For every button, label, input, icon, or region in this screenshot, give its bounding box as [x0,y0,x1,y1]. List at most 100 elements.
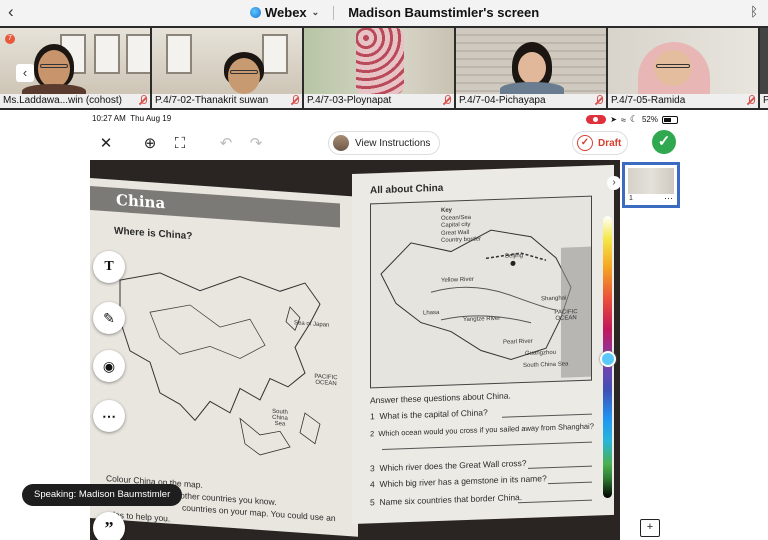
participant-tile[interactable]: P.4/7-05-Ramida [608,28,758,108]
workbook-left-page: China Where is China? Sea of Japan PACIF… [90,178,358,537]
webex-logo-icon [250,7,261,18]
participant-tile[interactable]: P.4/7-03-Ploynapat [304,28,454,108]
participant-strip: 7 ‹ Ms.Laddawa...win (cohost) P.4/7-02-T… [0,26,768,110]
view-instructions-button[interactable]: View Instructions [328,131,440,155]
screen-recording-icon [586,115,607,124]
page-thumbnails-panel: 1 ⋯ + [620,160,682,540]
webex-top-bar: ‹ Webex ⌄ Madison Baumstimler's screen ᛒ [0,0,768,26]
question-3: 3 Which river does the Great Wall cross? [370,457,527,474]
bluetooth-icon: ᛒ [750,4,758,19]
ipad-status-bar: 10:27 AM Thu Aug 19 ➤ ≈ ☾ 52% [90,112,680,126]
scroll-left-icon[interactable]: ‹ [16,64,34,82]
map-label: PACIFIC OCEAN [314,373,338,388]
pen-tool-icon[interactable]: ✎ [93,302,125,334]
map-label: PACIFIC OCEAN [554,309,578,322]
map-label: Pearl River [503,338,533,346]
map-label: Beijing [505,253,524,260]
map-key: Key Ocean/Sea Capital city Great Wall Co… [441,206,481,245]
page-number: 1 [629,195,633,202]
status-time: 10:27 AM Thu Aug 19 [92,114,172,123]
shared-screen-title: Madison Baumstimler's screen [348,5,540,20]
close-icon[interactable]: ✕ [94,131,118,155]
mic-muted-icon [443,95,451,106]
activity-toolbar: ✕ ⊕ ⛶ ↶ ↷ View Instructions ✓ Draft ✓ [90,126,680,160]
redo-icon[interactable]: ↷ [244,131,268,155]
blank-margin [682,112,768,540]
map-label: Lhasa [423,309,440,317]
question-1: 1 What is the capital of China? [370,407,488,422]
text-tool-icon[interactable]: T [93,251,125,283]
back-chevron-icon[interactable]: ‹ [8,2,14,22]
webex-menu[interactable]: Webex ⌄ Madison Baumstimler's screen [250,5,539,20]
teacher-avatar [333,135,349,151]
key-item: Country border [441,236,482,244]
participant-video [304,28,454,94]
answer-line [518,499,592,504]
draft-button[interactable]: ✓ Draft [572,131,628,155]
draft-check-icon: ✓ [577,135,593,151]
submit-check-button[interactable]: ✓ [652,130,676,154]
workbook-photo[interactable]: China Where is China? Sea of Japan PACIF… [90,160,620,540]
undo-icon[interactable]: ↶ [214,131,238,155]
answer-prompt: Answer these questions about China. [370,390,511,406]
participant-name: P.4/7-03-Ploynapat [304,94,454,108]
answer-line [548,481,592,485]
fullscreen-icon[interactable]: ⛶ [168,131,192,155]
draft-label: Draft [598,137,622,149]
chevron-right-icon[interactable]: › [607,176,621,190]
mic-muted-icon [747,95,755,106]
notification-badge: 7 [5,34,15,44]
participant-name: P.4/7-04-Pichayapa [456,94,606,108]
participant-name: P.4/7-05-Ramida [608,94,758,108]
page-title: China [116,190,166,213]
camera-icon[interactable]: ◉ [93,350,125,382]
question-4: 4 Which big river has a gemstone in its … [370,473,547,490]
map-label: Yangtze River [463,315,501,324]
china-outline-map [380,229,591,378]
workbook-right-page: All about China Key Ocean/Sea Capital ci… [352,164,614,524]
answer-line [382,441,592,450]
quote-icon[interactable]: ” [93,512,125,540]
participant-name: P [760,94,768,108]
mic-muted-icon [595,95,603,106]
view-instructions-label: View Instructions [355,137,431,149]
battery-percent: 52% [641,115,658,124]
status-indicators: ➤ ≈ ☾ 52% [586,114,678,125]
map-label: Guangzhou [525,349,557,357]
participant-video [608,28,758,94]
page-thumbnail[interactable]: 1 ⋯ [622,162,680,208]
participant-tile[interactable]: P.4/7-02-Thanakrit suwan [152,28,302,108]
participant-name: Ms.Laddawa...win (cohost) [0,94,150,108]
screen-root: ‹ Webex ⌄ Madison Baumstimler's screen ᛒ… [0,0,768,540]
battery-icon [662,115,678,124]
mic-muted-icon [139,95,147,106]
zoom-in-icon[interactable]: ⊕ [138,131,162,155]
chevron-down-icon: ⌄ [311,7,320,17]
color-slider-knob[interactable] [600,351,616,367]
answer-line [502,413,592,418]
location-icon: ➤ [610,115,617,124]
mic-muted-icon [291,95,299,106]
participant-tile[interactable]: 7 ‹ Ms.Laddawa...win (cohost) [0,28,150,108]
participant-video [456,28,606,96]
participant-name: P.4/7-02-Thanakrit suwan [152,94,302,108]
map-label: South China Sea [272,408,288,428]
participant-tile[interactable]: P.4/7-04-Pichayapa [456,28,606,108]
question-2: 2 Which ocean would you cross if you sai… [370,421,594,439]
participant-tile[interactable]: P [760,28,768,108]
asia-outline-map [119,272,321,456]
thumbnail-more-icon[interactable]: ⋯ [664,193,673,204]
webex-app-label: Webex [265,5,307,20]
wifi-icon: ≈ [620,114,626,125]
question-5: 5 Name six countries that border China. [370,492,523,508]
section-heading: All about China [370,182,444,197]
divider [333,5,335,20]
thumbnail-image [628,168,674,194]
active-speaker-indicator: Speaking: Madison Baumstimler [22,484,183,506]
china-map: Key Ocean/Sea Capital city Great Wall Co… [370,195,592,389]
moon-icon: ☾ [629,114,638,124]
answer-line [528,465,592,469]
add-page-icon[interactable]: + [640,519,660,537]
map-label: Shanghai [541,295,567,303]
more-options-icon[interactable]: ⋯ [93,400,125,432]
